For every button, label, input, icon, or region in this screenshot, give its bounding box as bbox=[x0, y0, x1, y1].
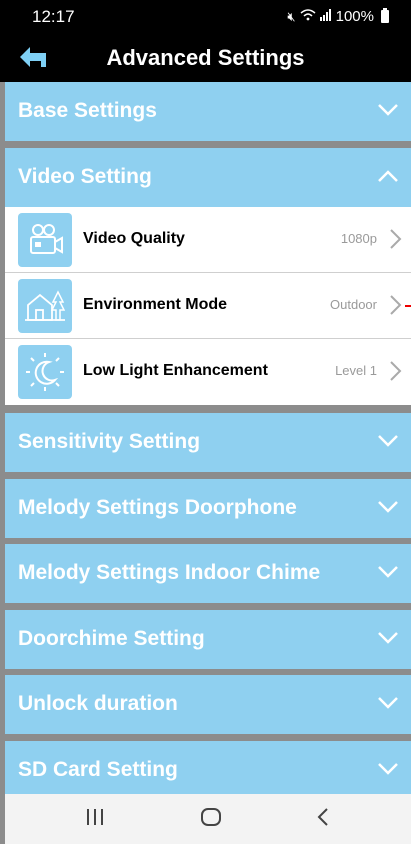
video-camera-icon bbox=[18, 213, 72, 267]
section-label: Melody Settings Indoor Chime bbox=[18, 561, 321, 584]
system-nav-bar bbox=[5, 794, 411, 844]
setting-value: 1080p bbox=[340, 231, 377, 246]
mute-icon: 🔇︎ bbox=[287, 8, 296, 24]
recent-apps-icon[interactable] bbox=[85, 806, 105, 833]
setting-low-light-enhancement[interactable]: Low Light Enhancement Level 1 bbox=[5, 339, 411, 405]
moon-sun-icon bbox=[18, 345, 72, 399]
chevron-right-icon bbox=[390, 361, 402, 381]
house-tree-icon bbox=[18, 279, 72, 333]
red-marker bbox=[405, 305, 411, 307]
section-doorchime-setting[interactable]: Doorchime Setting bbox=[5, 610, 411, 669]
section-label: Melody Settings Doorphone bbox=[18, 496, 297, 519]
section-label: Unlock duration bbox=[18, 692, 178, 715]
signal-icon bbox=[319, 9, 332, 24]
section-label: SD Card Setting bbox=[18, 758, 178, 781]
battery-percent: 100% bbox=[335, 8, 374, 25]
section-label: Doorchime Setting bbox=[18, 627, 205, 650]
chevron-down-icon bbox=[378, 566, 398, 578]
back-icon[interactable] bbox=[315, 806, 331, 833]
setting-label: Low Light Enhancement bbox=[83, 362, 268, 379]
section-unlock-duration[interactable]: Unlock duration bbox=[5, 675, 411, 734]
chevron-down-icon bbox=[378, 501, 398, 513]
section-video-setting[interactable]: Video Setting bbox=[5, 148, 411, 207]
chevron-down-icon bbox=[378, 763, 398, 775]
home-icon[interactable] bbox=[200, 806, 222, 833]
chevron-down-icon bbox=[378, 697, 398, 709]
status-time: 12:17 bbox=[32, 7, 75, 26]
setting-label: Video Quality bbox=[83, 230, 185, 247]
setting-video-quality[interactable]: Video Quality 1080p bbox=[5, 207, 411, 273]
chevron-down-icon bbox=[378, 632, 398, 644]
section-label: Base Settings bbox=[18, 99, 157, 122]
setting-label: Environment Mode bbox=[83, 296, 228, 313]
setting-value: Outdoor bbox=[330, 297, 377, 312]
status-icons: 🔇︎ 100% bbox=[287, 8, 389, 25]
chevron-right-icon bbox=[390, 295, 402, 315]
section-sd-card-setting[interactable]: SD Card Setting bbox=[5, 741, 411, 800]
section-melody-doorphone[interactable]: Melody Settings Doorphone bbox=[5, 479, 411, 538]
section-label: Video Setting bbox=[18, 165, 152, 188]
app-bar: Advanced Settings bbox=[0, 34, 411, 82]
section-label: Sensitivity Setting bbox=[18, 430, 201, 453]
status-bar: 12:17 🔇︎ 100% bbox=[0, 0, 411, 34]
wifi-icon bbox=[300, 9, 316, 24]
chevron-right-icon bbox=[390, 229, 402, 249]
setting-environment-mode[interactable]: Environment Mode Outdoor bbox=[5, 273, 411, 339]
chevron-down-icon bbox=[378, 104, 398, 116]
chevron-down-icon bbox=[378, 435, 398, 447]
chevron-up-icon bbox=[378, 170, 398, 182]
setting-value: Level 1 bbox=[335, 363, 377, 378]
battery-icon bbox=[381, 8, 389, 23]
page-title: Advanced Settings bbox=[106, 45, 305, 70]
section-base-settings[interactable]: Base Settings bbox=[5, 82, 411, 141]
section-sensitivity-setting[interactable]: Sensitivity Setting bbox=[5, 413, 411, 472]
section-melody-indoor-chime[interactable]: Melody Settings Indoor Chime bbox=[5, 544, 411, 603]
